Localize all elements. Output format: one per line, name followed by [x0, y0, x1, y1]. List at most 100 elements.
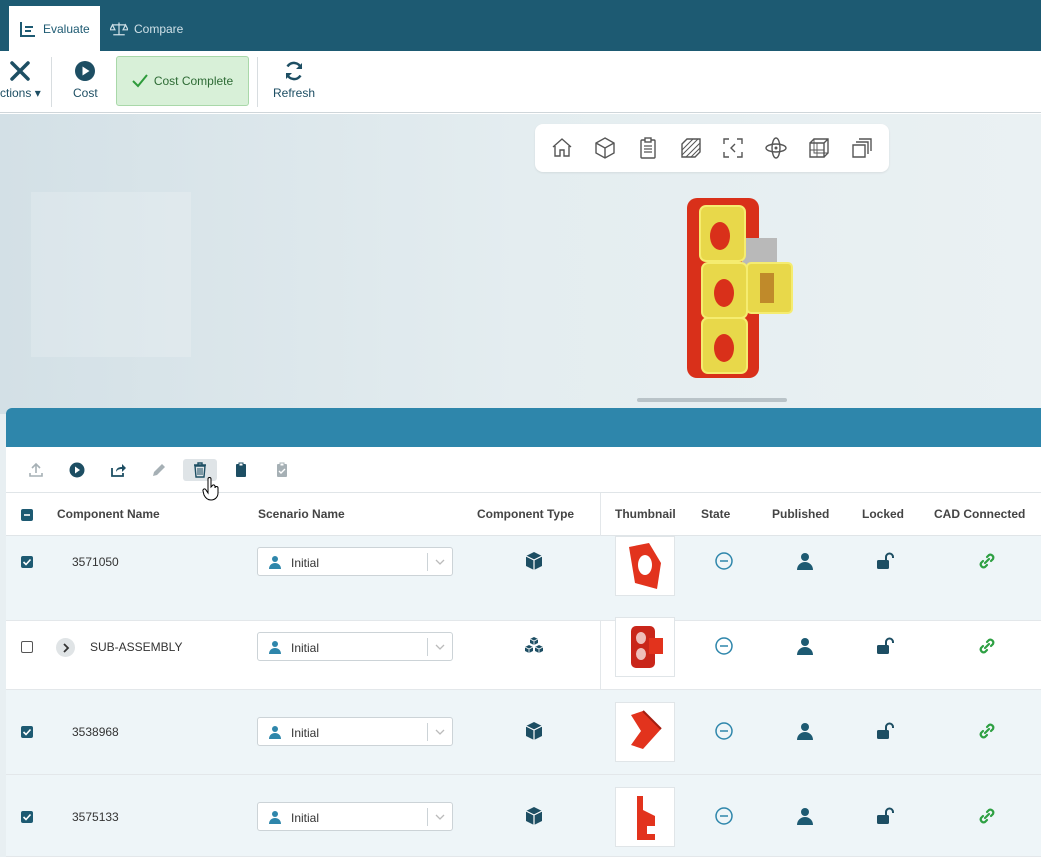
actions-menu-button[interactable]: ctions ▾ [0, 60, 41, 100]
chart-icon [20, 21, 35, 37]
cost-complete-label: Cost Complete [153, 74, 234, 88]
col-component-type[interactable]: Component Type [477, 507, 574, 521]
share-icon [111, 464, 126, 477]
scenario-value: Initial [291, 811, 320, 825]
component-thumbnail[interactable] [615, 787, 675, 847]
clipboard-check-icon [277, 462, 287, 477]
col-state[interactable]: State [701, 507, 730, 521]
cube-view-icon[interactable] [591, 134, 619, 162]
row-checkbox[interactable] [21, 726, 33, 738]
part-thumbnail-image [629, 543, 661, 589]
cost-complete-status: Cost Complete [116, 56, 249, 106]
row-checkbox[interactable] [21, 556, 33, 568]
component-name[interactable]: 3575133 [72, 810, 119, 824]
chevron-right-icon [62, 642, 69, 653]
cad-link-icon[interactable] [976, 550, 998, 572]
unlock-icon[interactable] [874, 805, 896, 827]
fit-view-icon[interactable] [719, 134, 747, 162]
col-published[interactable]: Published [772, 507, 829, 521]
3d-viewer[interactable] [0, 114, 1041, 414]
row-checkbox[interactable] [21, 641, 33, 653]
clipboard-icon[interactable] [634, 134, 662, 162]
tab-compare[interactable]: Compare [100, 6, 193, 51]
published-user-icon [794, 720, 816, 742]
scenario-value: Initial [291, 726, 320, 740]
col-component-name[interactable]: Component Name [57, 507, 160, 521]
check-icon [22, 813, 32, 821]
table-row[interactable]: SUB-ASSEMBLY Initial [6, 605, 1041, 690]
hatch-section-icon[interactable] [677, 134, 705, 162]
state-minus-circle-icon [713, 805, 735, 827]
col-cad-connected[interactable]: CAD Connected [934, 507, 1025, 521]
clipboard-check-button[interactable] [265, 459, 299, 481]
published-user-icon [794, 805, 816, 827]
assembly-thumbnail-image [631, 626, 663, 668]
check-icon [132, 74, 148, 88]
scenario-select[interactable]: Initial [257, 802, 453, 831]
table-row[interactable]: 3575133 Initial [6, 775, 1041, 857]
play-icon [75, 61, 96, 81]
exploded-view-icon[interactable] [848, 134, 876, 162]
assembly-icon [523, 635, 545, 657]
trash-icon [194, 462, 206, 478]
upload-button[interactable] [19, 459, 53, 481]
scenario-value: Initial [291, 556, 320, 570]
cad-link-icon[interactable] [976, 720, 998, 742]
chevron-down-icon [435, 814, 445, 820]
scenario-select[interactable]: Initial [257, 717, 453, 746]
table-row[interactable]: 3538968 Initial [6, 690, 1041, 775]
unlock-icon[interactable] [874, 720, 896, 742]
clipboard-button[interactable] [224, 459, 258, 481]
scenario-select[interactable]: Initial [257, 547, 453, 576]
component-thumbnail[interactable] [615, 536, 675, 596]
cad-link-icon[interactable] [976, 635, 998, 657]
components-panel: Component Name Scenario Name Component T… [6, 447, 1041, 857]
viewer-toolbar [535, 124, 889, 172]
scale-icon [110, 21, 128, 35]
chevron-down-icon [435, 729, 445, 735]
col-locked[interactable]: Locked [862, 507, 904, 521]
component-name[interactable]: 3571050 [72, 555, 119, 569]
tab-evaluate[interactable]: Evaluate [9, 6, 100, 51]
col-scenario-name[interactable]: Scenario Name [258, 507, 345, 521]
refresh-button[interactable]: Refresh [273, 60, 315, 100]
check-icon [22, 728, 32, 736]
component-actions-bar [6, 447, 1041, 493]
upload-icon [29, 462, 43, 477]
part-thumbnail-image [637, 796, 655, 840]
part-icon [523, 550, 545, 572]
edit-button[interactable] [142, 459, 176, 481]
part-icon [523, 805, 545, 827]
select-all-checkbox[interactable] [21, 509, 33, 521]
hand-cursor-icon [202, 477, 219, 501]
viewer-ghost-panel [31, 192, 191, 357]
chevron-down-icon [435, 559, 445, 565]
wireframe-icon[interactable] [805, 134, 833, 162]
play-icon [69, 462, 85, 478]
cost-action-button[interactable] [60, 459, 94, 481]
assembly-3d-model[interactable] [682, 188, 802, 388]
cad-link-icon[interactable] [976, 805, 998, 827]
viewer-scrollbar[interactable] [637, 398, 787, 402]
component-name[interactable]: 3538968 [72, 725, 119, 739]
row-checkbox[interactable] [21, 811, 33, 823]
share-button[interactable] [101, 459, 135, 481]
component-thumbnail[interactable] [615, 617, 675, 677]
cost-button[interactable]: Cost [73, 60, 98, 100]
expand-row-button[interactable] [56, 638, 75, 657]
unlock-icon[interactable] [874, 635, 896, 657]
home-view-icon[interactable] [548, 134, 576, 162]
component-name[interactable]: SUB-ASSEMBLY [90, 640, 182, 654]
component-thumbnail[interactable] [615, 702, 675, 762]
orbit-icon[interactable] [762, 134, 790, 162]
scenario-select[interactable]: Initial [257, 632, 453, 661]
select-divider [427, 553, 428, 571]
toolbar-divider [51, 57, 52, 107]
unlock-icon[interactable] [874, 550, 896, 572]
part-thumbnail-image [631, 710, 662, 749]
pencil-icon [153, 464, 165, 476]
part-icon [523, 720, 545, 742]
refresh-label: Refresh [273, 86, 316, 100]
col-thumbnail[interactable]: Thumbnail [615, 507, 676, 521]
table-header: Component Name Scenario Name Component T… [6, 493, 1041, 536]
